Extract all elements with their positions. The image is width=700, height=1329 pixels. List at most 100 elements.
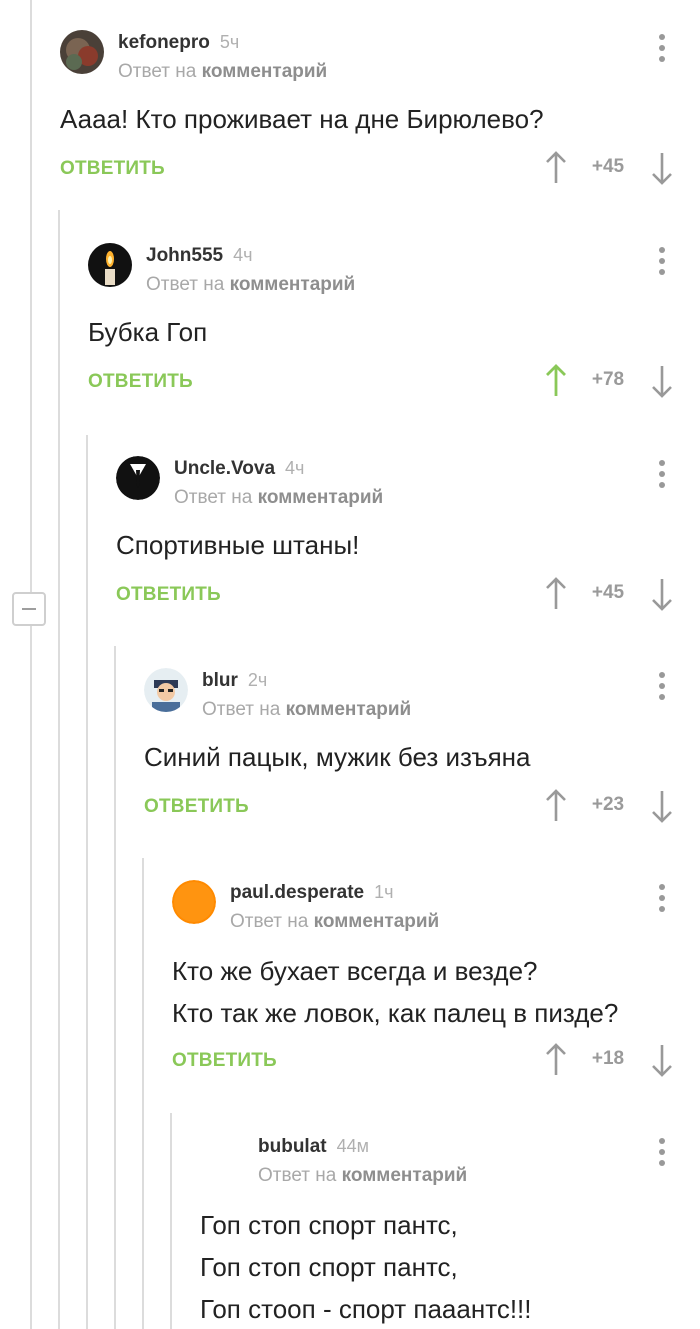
comment-time: 4ч	[285, 458, 305, 478]
reply-prefix: Ответ на	[174, 487, 253, 508]
comment-time: 2ч	[247, 670, 268, 690]
upvote-arrow-icon[interactable]	[544, 576, 568, 612]
reply-to-line: Ответ на комментарий	[258, 1165, 467, 1187]
comment-text-line: Кто так же ловок, как палец в пизде?	[172, 998, 619, 1028]
author-name[interactable]: Uncle.Vova	[174, 458, 275, 479]
more-options-icon[interactable]	[652, 672, 672, 702]
downvote-arrow-icon[interactable]	[650, 363, 674, 399]
collapse-thread-button[interactable]	[12, 592, 46, 626]
thread-line	[58, 210, 60, 1329]
comment: kefonepro 5ч Ответ на комментарий Аааа! К…	[60, 30, 700, 200]
rating: +78	[544, 363, 674, 399]
comment-time: 4ч	[233, 245, 253, 265]
comment-author[interactable]: bubulat 44м	[258, 1136, 369, 1158]
comment-author[interactable]: kefonepro 5ч	[118, 32, 239, 54]
avatar[interactable]	[172, 880, 216, 924]
more-options-icon[interactable]	[652, 460, 672, 490]
minus-icon	[22, 608, 36, 610]
rating-score: +23	[591, 794, 625, 815]
reply-button[interactable]: ОТВЕТИТЬ	[144, 796, 249, 818]
comment-text: Спортивные штаны!	[116, 524, 359, 566]
thread-line	[30, 0, 32, 1329]
rating-score: +45	[591, 156, 625, 177]
upvote-arrow-icon[interactable]	[544, 788, 568, 824]
rating: +18	[544, 1042, 674, 1078]
thread-line	[142, 858, 144, 1329]
comment: Uncle.Vova 4ч Ответ на комментарий Спорти…	[116, 456, 700, 626]
comment-text: Гоп стоп спорт пантс, Гоп стоп спорт пан…	[200, 1204, 532, 1329]
author-name[interactable]: bubulat	[258, 1136, 327, 1157]
thread-line	[114, 646, 116, 1329]
comment-text-line: Аааа! Кто проживает на дне Бирюлево?	[60, 104, 544, 134]
avatar[interactable]	[60, 30, 104, 74]
thread-line	[170, 1113, 172, 1329]
comment-time: 1ч	[374, 882, 394, 902]
comment-text-line: Спортивные штаны!	[116, 530, 360, 560]
reply-prefix: Ответ на	[230, 911, 309, 932]
comment-text-line: Кто же бухает всегда и везде?	[172, 956, 538, 986]
avatar[interactable]	[88, 243, 132, 287]
comment: blur 2ч Ответ на комментарий Синий пацык,…	[144, 668, 700, 838]
rating: +45	[544, 576, 674, 612]
reply-prefix: Ответ на	[202, 699, 281, 720]
comment-time: 44м	[336, 1136, 370, 1156]
author-name[interactable]: kefonepro	[118, 32, 210, 53]
comment-author[interactable]: paul.desperate 1ч	[230, 882, 394, 904]
reply-to-line: Ответ на комментарий	[230, 911, 439, 933]
reply-target-link[interactable]: комментарий	[286, 699, 412, 720]
thread-line	[86, 435, 88, 1329]
comment-text: Бубка Гоп	[88, 311, 207, 353]
reply-button[interactable]: ОТВЕТИТЬ	[60, 158, 165, 180]
reply-target-link[interactable]: комментарий	[230, 274, 356, 295]
reply-prefix: Ответ на	[146, 274, 225, 295]
rating-score: +78	[591, 369, 625, 390]
comment-text-line: Гоп стоп спорт пантс,	[200, 1210, 458, 1240]
more-options-icon[interactable]	[652, 884, 672, 914]
reply-to-line: Ответ на комментарий	[118, 61, 327, 83]
upvote-arrow-icon[interactable]	[544, 1042, 568, 1078]
upvote-arrow-icon[interactable]	[544, 150, 568, 186]
reply-button[interactable]: ОТВЕТИТЬ	[172, 1050, 277, 1072]
comment-author[interactable]: Uncle.Vova 4ч	[174, 458, 304, 480]
comment: bubulat 44м Ответ на комментарий Гоп стоп…	[200, 1134, 700, 1329]
author-name[interactable]: John555	[146, 245, 223, 266]
reply-target-link[interactable]: комментарий	[314, 911, 440, 932]
more-options-icon[interactable]	[652, 247, 672, 277]
author-name[interactable]: blur	[202, 670, 238, 691]
comment-text-line: Бубка Гоп	[88, 317, 208, 347]
comment-time: 5ч	[219, 32, 240, 52]
comment-author[interactable]: John555 4ч	[146, 245, 252, 267]
avatar[interactable]	[116, 456, 160, 500]
reply-button[interactable]: ОТВЕТИТЬ	[116, 584, 221, 606]
comment-text: Кто же бухает всегда и везде? Кто так же…	[172, 950, 618, 1034]
rating-score: +18	[591, 1048, 625, 1069]
reply-target-link[interactable]: комментарий	[258, 487, 384, 508]
reply-button[interactable]: ОТВЕТИТЬ	[88, 371, 193, 393]
author-name[interactable]: paul.desperate	[230, 882, 364, 903]
more-options-icon[interactable]	[652, 34, 672, 64]
reply-target-link[interactable]: комментарий	[342, 1165, 468, 1186]
comment: paul.desperate 1ч Ответ на комментарий Кт…	[172, 880, 700, 1090]
downvote-arrow-icon[interactable]	[650, 1042, 674, 1078]
comment-text: Аааа! Кто проживает на дне Бирюлево?	[60, 98, 544, 140]
reply-to-line: Ответ на комментарий	[146, 274, 355, 296]
downvote-arrow-icon[interactable]	[650, 576, 674, 612]
reply-to-line: Ответ на комментарий	[202, 699, 411, 721]
comment-author[interactable]: blur 2ч	[202, 670, 267, 692]
reply-prefix: Ответ на	[258, 1165, 337, 1186]
rating-score: +45	[591, 582, 625, 603]
comment-text-line: Гоп стооп - спорт пааантс!!!	[200, 1294, 532, 1324]
rating: +45	[544, 150, 674, 186]
downvote-arrow-icon[interactable]	[650, 788, 674, 824]
comment-text-line: Гоп стоп спорт пантс,	[200, 1252, 458, 1282]
rating: +23	[544, 788, 674, 824]
comment-text: Синий пацык, мужик без изъяна	[144, 736, 531, 778]
reply-target-link[interactable]: комментарий	[202, 61, 328, 82]
downvote-arrow-icon[interactable]	[650, 150, 674, 186]
upvote-arrow-icon[interactable]	[544, 363, 568, 399]
reply-prefix: Ответ на	[118, 61, 197, 82]
reply-to-line: Ответ на комментарий	[174, 487, 383, 509]
more-options-icon[interactable]	[652, 1138, 672, 1168]
avatar[interactable]	[144, 668, 188, 712]
comment-text-line: Синий пацык, мужик без изъяна	[144, 742, 531, 772]
